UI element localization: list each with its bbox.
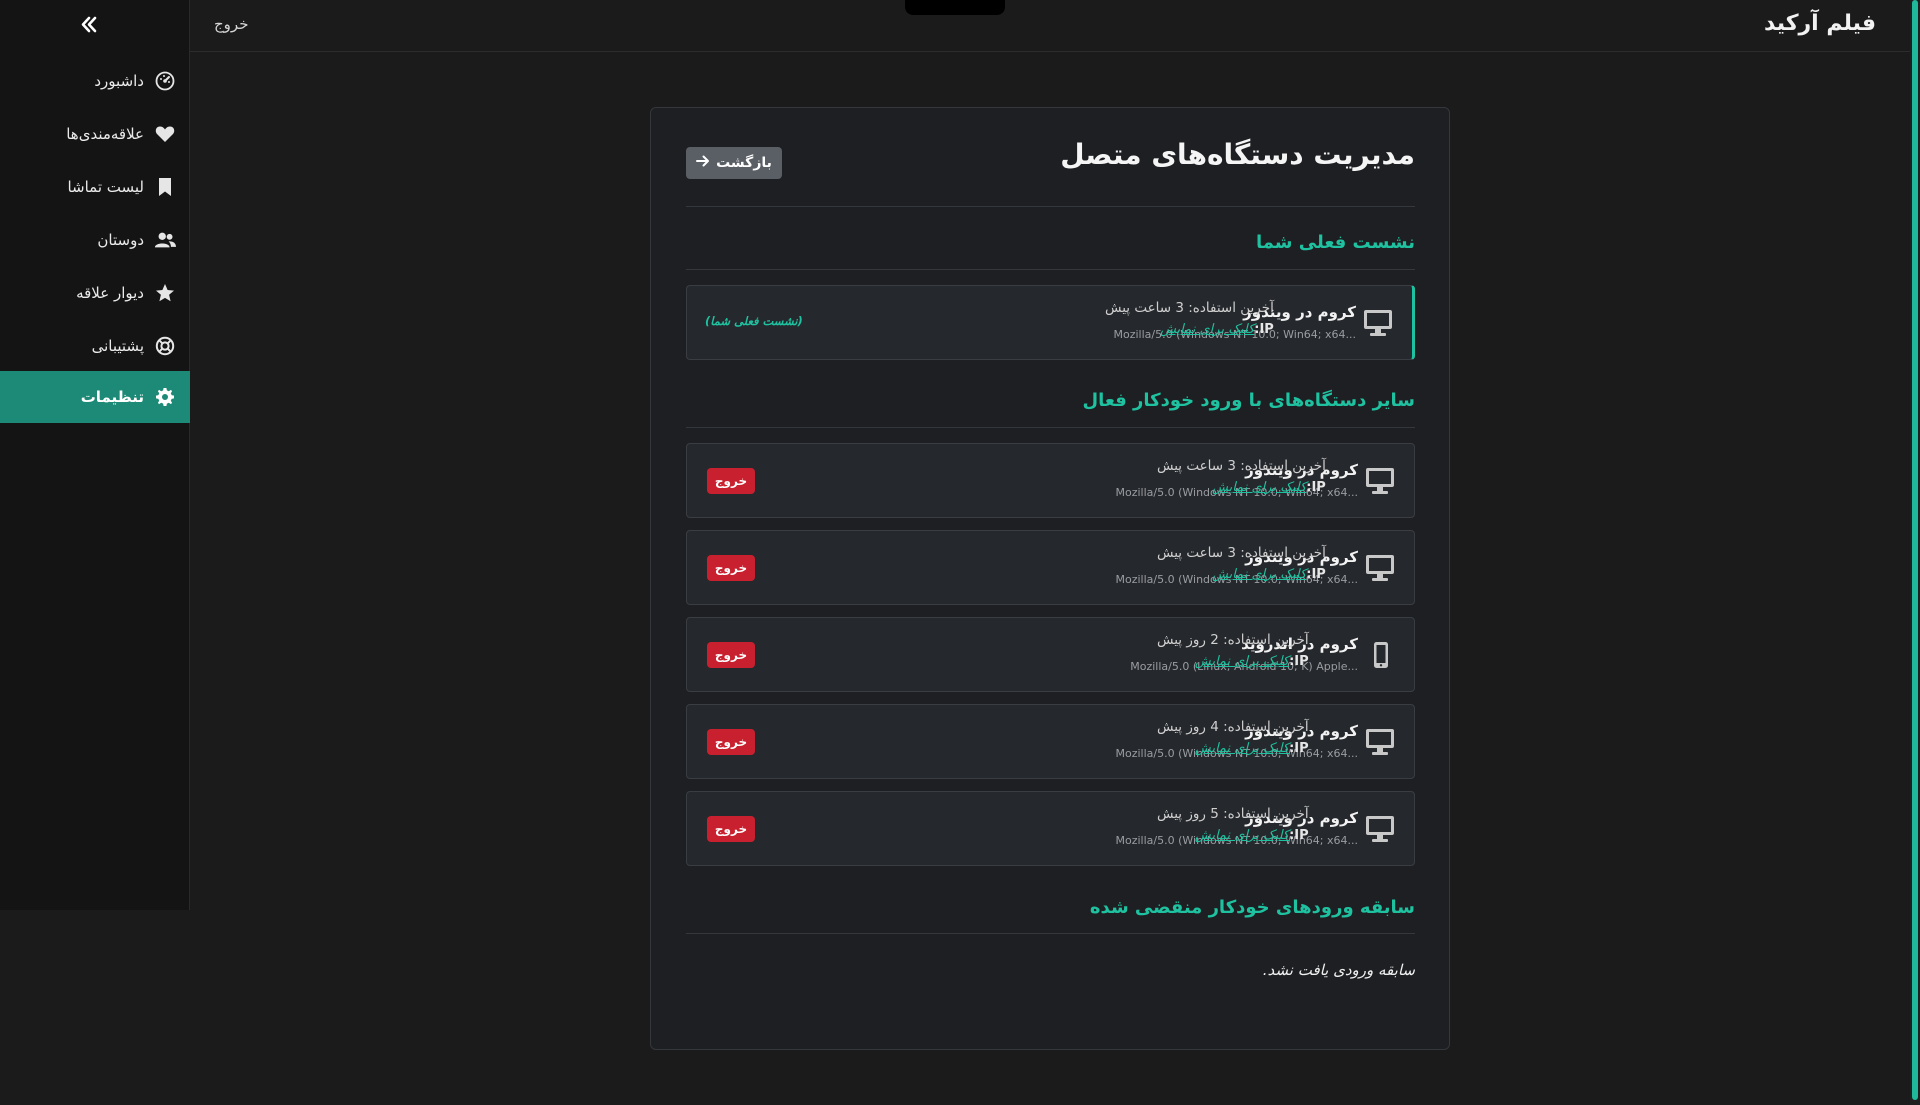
- desktop-icon: [1364, 727, 1396, 757]
- last-used: آخرین استفاده: 3 ساعت پیش: [1157, 545, 1326, 561]
- collapse-sidebar-icon[interactable]: [76, 12, 102, 38]
- device-info: آخرین استفاده: 3 ساعت پیش IP:کلیک برای ن…: [1105, 300, 1274, 337]
- show-ip-link[interactable]: کلیک برای نمایش: [1195, 828, 1289, 843]
- ip-row: IP:کلیک برای نمایش: [1157, 741, 1309, 756]
- bookmark-icon: [154, 176, 176, 198]
- desktop-icon: [1364, 466, 1396, 496]
- sidebar-item-label: داشبورد: [94, 72, 144, 90]
- show-ip-link[interactable]: کلیک برای نمایش: [1212, 480, 1306, 495]
- last-used: آخرین استفاده: 2 روز پیش: [1157, 632, 1309, 648]
- star-icon: [154, 282, 176, 304]
- sidebar-item-settings[interactable]: تنظیمات: [0, 371, 190, 423]
- device-logout-button[interactable]: خروج: [707, 468, 755, 494]
- ip-label: IP:: [1289, 828, 1309, 843]
- device-info: آخرین استفاده: 3 ساعت پیش IP:کلیک برای ن…: [1157, 545, 1326, 582]
- sidebar-item-label: تنظیمات: [80, 388, 144, 406]
- ip-row: IP:کلیک برای نمایش: [1157, 567, 1326, 582]
- sidebar-item-label: دوستان: [97, 231, 144, 249]
- users-icon: [154, 229, 176, 251]
- current-session-heading: نشست فعلی شما: [1255, 232, 1415, 253]
- sidebar-item-label: علاقه‌مندی‌ها: [66, 125, 144, 143]
- back-button[interactable]: بازگشت: [686, 147, 782, 179]
- device-info: آخرین استفاده: 2 روز پیش IP:کلیک برای نم…: [1157, 632, 1309, 669]
- scrollbar-thumb[interactable]: [1912, 0, 1918, 1100]
- device-info: آخرین استفاده: 5 روز پیش IP:کلیک برای نم…: [1157, 806, 1309, 843]
- ip-label: IP:: [1306, 567, 1326, 582]
- sidebar-item-interest-wall[interactable]: دیوار علاقه: [0, 267, 190, 319]
- no-history-message: سابقه ورودی یافت نشد.: [1262, 961, 1415, 979]
- ip-label: IP:: [1289, 741, 1309, 756]
- last-used: آخرین استفاده: 3 ساعت پیش: [1157, 458, 1326, 474]
- gear-icon: [154, 386, 176, 408]
- show-ip-link[interactable]: کلیک برای نمایش: [1212, 567, 1306, 582]
- last-used: آخرین استفاده: 4 روز پیش: [1157, 719, 1309, 735]
- show-ip-link[interactable]: کلیک برای نمایش: [1195, 741, 1289, 756]
- last-used: آخرین استفاده: 3 ساعت پیش: [1105, 300, 1274, 316]
- divider: [686, 269, 1415, 270]
- current-session-card: کروم در ویندوز Mozilla/5.0 (Windows NT 1…: [686, 285, 1415, 360]
- device-card: کروم در ویندوز Mozilla/5.0 (Windows NT 1…: [686, 530, 1415, 605]
- other-devices-heading: سایر دستگاه‌های با ورود خودکار فعال: [1082, 390, 1415, 411]
- divider: [686, 933, 1415, 934]
- ip-row: IP:کلیک برای نمایش: [1157, 654, 1309, 669]
- sidebar: داشبورد علاقه‌مندی‌ها لیست تماشا دوستان …: [0, 0, 190, 910]
- top-bar: فیلم آرکید خروج: [0, 0, 1910, 52]
- sidebar-item-label: پشتیبانی: [91, 337, 144, 355]
- device-card: کروم در اندروید Mozilla/5.0 (Linux; Andr…: [686, 617, 1415, 692]
- show-ip-link[interactable]: کلیک برای نمایش: [1195, 654, 1289, 669]
- sidebar-item-support[interactable]: پشتیبانی: [0, 320, 190, 372]
- device-info: آخرین استفاده: 4 روز پیش IP:کلیک برای نم…: [1157, 719, 1309, 756]
- divider: [686, 206, 1415, 207]
- desktop-icon: [1362, 308, 1394, 338]
- page-scrollbar[interactable]: [1910, 0, 1920, 1105]
- sidebar-item-favorites[interactable]: علاقه‌مندی‌ها: [0, 108, 190, 160]
- device-logout-button[interactable]: خروج: [707, 642, 755, 668]
- ip-row: IP:کلیک برای نمایش: [1105, 322, 1274, 337]
- device-info: آخرین استفاده: 3 ساعت پیش IP:کلیک برای ن…: [1157, 458, 1326, 495]
- lifebuoy-icon: [154, 335, 176, 357]
- device-card: کروم در ویندوز Mozilla/5.0 (Windows NT 1…: [686, 443, 1415, 518]
- arrow-right-icon: [696, 155, 710, 171]
- heart-icon: [154, 123, 176, 145]
- divider: [686, 427, 1415, 428]
- sidebar-item-dashboard[interactable]: داشبورد: [0, 55, 190, 107]
- ip-label: IP:: [1254, 322, 1274, 337]
- ip-row: IP:کلیک برای نمایش: [1157, 480, 1326, 495]
- page-title: مدیریت دستگاه‌های متصل: [1060, 138, 1415, 171]
- ip-label: IP:: [1289, 654, 1309, 669]
- back-label: بازگشت: [716, 155, 772, 171]
- current-session-tag: (نشست فعلی شما): [705, 314, 803, 328]
- logout-link[interactable]: خروج: [214, 15, 248, 33]
- camera-notch: [905, 0, 1005, 15]
- device-logout-button[interactable]: خروج: [707, 555, 755, 581]
- expired-logins-heading: سابقه ورودهای خودکار منقضی شده: [1089, 897, 1415, 918]
- dashboard-icon: [154, 70, 176, 92]
- sidebar-item-label: لیست تماشا: [67, 178, 144, 196]
- sidebar-item-friends[interactable]: دوستان: [0, 214, 190, 266]
- ip-row: IP:کلیک برای نمایش: [1157, 828, 1309, 843]
- last-used: آخرین استفاده: 5 روز پیش: [1157, 806, 1309, 822]
- desktop-icon: [1364, 553, 1396, 583]
- devices-card: مدیریت دستگاه‌های متصل بازگشت نشست فعلی …: [650, 107, 1450, 1050]
- mobile-icon: [1364, 640, 1396, 670]
- sidebar-item-label: دیوار علاقه: [76, 284, 144, 302]
- device-card: کروم در ویندوز Mozilla/5.0 (Windows NT 1…: [686, 704, 1415, 779]
- device-card: کروم در ویندوز Mozilla/5.0 (Windows NT 1…: [686, 791, 1415, 866]
- show-ip-link[interactable]: کلیک برای نمایش: [1160, 322, 1254, 337]
- desktop-icon: [1364, 814, 1396, 844]
- brand-title[interactable]: فیلم آرکید: [1764, 11, 1876, 36]
- device-logout-button[interactable]: خروج: [707, 816, 755, 842]
- ip-label: IP:: [1306, 480, 1326, 495]
- sidebar-item-watchlist[interactable]: لیست تماشا: [0, 161, 190, 213]
- device-logout-button[interactable]: خروج: [707, 729, 755, 755]
